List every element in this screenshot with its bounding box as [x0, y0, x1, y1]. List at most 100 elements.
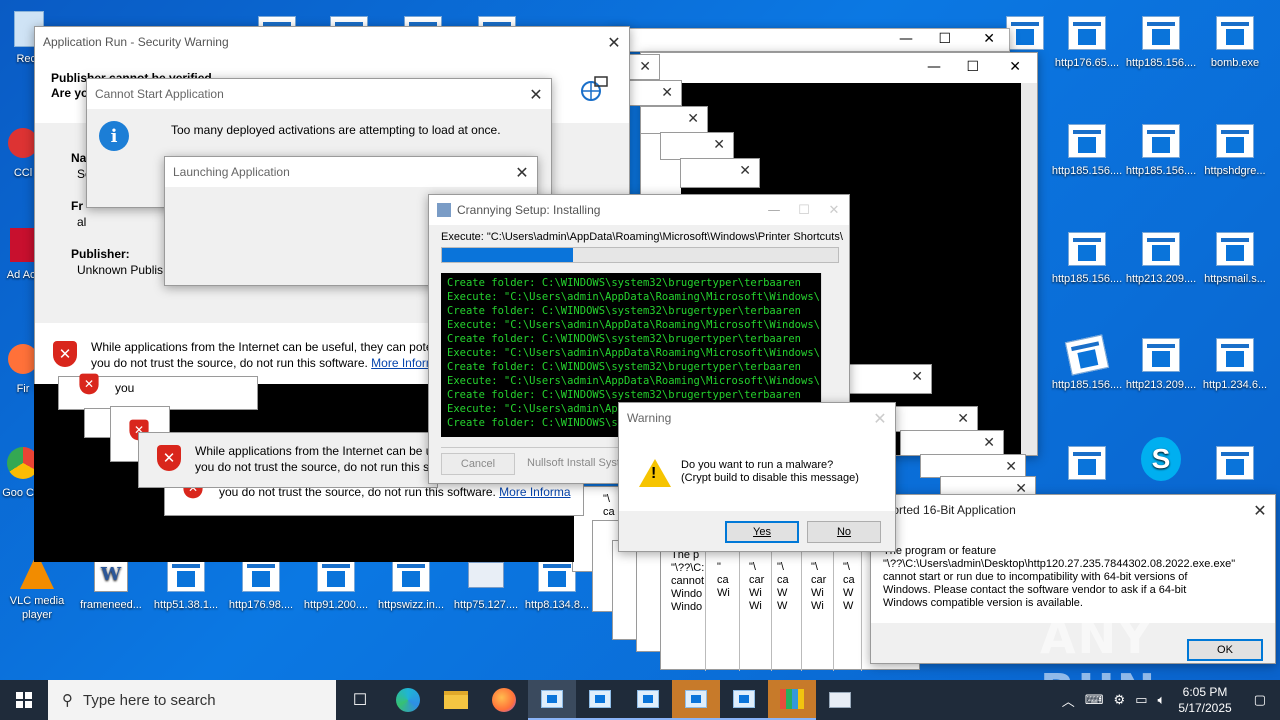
desktop-icon[interactable]: http51.38.1...	[149, 556, 223, 612]
desktop-icon[interactable]: http91.200....	[299, 556, 373, 612]
app-taskbar-button[interactable]	[672, 680, 720, 720]
system-tray: ︿ ⌨ ⚙ ▭ 🔈︎ 6:05 PM 5/17/2025 ▢	[1057, 680, 1280, 720]
notification-icon[interactable]: ▢	[1240, 692, 1280, 708]
close-icon[interactable]: ✕	[599, 33, 629, 52]
desktop-icon[interactable]: httpshdgre...	[1198, 122, 1272, 178]
clock-time: 6:05 PM	[1182, 685, 1228, 699]
close-icon[interactable]: ✕	[983, 435, 995, 451]
no-button[interactable]: No	[807, 521, 881, 543]
stacked-warning: ✕ you	[58, 373, 258, 410]
close-icon[interactable]: ✕	[865, 409, 895, 428]
desktop-icon-label: httpswizz.in...	[377, 599, 445, 611]
desktop-icon[interactable]: http185.156....	[1124, 122, 1198, 178]
dialog-titlebar: Launching Application ✕	[165, 157, 537, 187]
desktop-icon-label: VLC media player	[9, 595, 65, 621]
close-icon[interactable]: ✕	[1009, 59, 1021, 75]
close-icon[interactable]: ✕	[1005, 459, 1017, 475]
desktop-icon[interactable]	[1050, 444, 1124, 486]
desktop-icon-label: http185.156....	[1051, 379, 1123, 391]
mail-icon[interactable]: http75.127....	[449, 556, 523, 612]
desktop-icon[interactable]: http213.209....	[1124, 336, 1198, 392]
app-taskbar-button[interactable]	[624, 680, 672, 720]
taskbar-search[interactable]: ⚲ Type here to search	[48, 680, 336, 720]
close-icon[interactable]: ✕	[687, 111, 699, 127]
publisher-label: Publisher:	[71, 247, 130, 261]
mail-taskbar-button[interactable]	[816, 680, 864, 720]
maximize-icon[interactable]: ☐	[938, 31, 951, 47]
installer-progress	[441, 247, 839, 263]
close-icon[interactable]: ✕	[957, 411, 969, 427]
clock[interactable]: 6:05 PM 5/17/2025	[1170, 684, 1239, 716]
close-icon[interactable]: ✕	[713, 137, 725, 153]
keyboard-icon[interactable]: ⌨	[1080, 692, 1109, 708]
explorer-taskbar-button[interactable]	[432, 680, 480, 720]
installer-icon	[437, 203, 451, 217]
more-info-link[interactable]: More Inform	[371, 356, 436, 370]
monitor-icon[interactable]: ▭	[1130, 692, 1152, 708]
dialog-title: pported 16-Bit Application	[879, 503, 1016, 517]
close-icon[interactable]: ✕	[661, 85, 673, 101]
publisher-value: Unknown Publis	[77, 263, 164, 277]
close-icon[interactable]: ✕	[639, 59, 651, 75]
start-button[interactable]	[0, 680, 48, 720]
desktop-icon[interactable]: http213.209....	[1124, 230, 1198, 286]
word-doc-icon[interactable]: Wframeneed...	[74, 556, 148, 612]
firefox-taskbar-button[interactable]	[480, 680, 528, 720]
vlc-icon[interactable]: VLC media player	[0, 552, 74, 622]
skype-icon[interactable]: S	[1124, 437, 1198, 482]
cascade-text: "\ ca W W	[777, 561, 789, 612]
desktop-icon[interactable]: http185.156....	[1050, 230, 1124, 286]
close-icon[interactable]: ✕	[819, 203, 849, 218]
close-icon[interactable]: ✕	[521, 85, 551, 104]
desktop-icon-label: http185.156....	[1125, 165, 1197, 177]
windows-logo-icon	[16, 692, 32, 708]
dialog-title: Launching Application	[173, 165, 290, 179]
desktop-icon[interactable]: httpswizz.in...	[374, 556, 448, 612]
shield-icon: ✕	[79, 373, 99, 395]
minimize-icon[interactable]: —	[927, 59, 941, 75]
close-icon[interactable]: ✕	[739, 163, 751, 179]
installer-icon	[780, 689, 804, 709]
network-icon[interactable]: ⚙	[1109, 692, 1131, 708]
close-icon[interactable]: ✕	[911, 369, 923, 385]
desktop-icon-label: http176.98....	[228, 599, 294, 611]
desktop-icon-label: http8.134.8...	[524, 599, 590, 611]
stacked-warning-text: you	[115, 381, 135, 395]
dialog-message: Too many deployed activations are attemp…	[171, 123, 501, 137]
task-view-button[interactable]: ☐	[336, 680, 384, 720]
maximize-icon[interactable]: ☐	[966, 59, 979, 75]
close-icon[interactable]: ✕	[983, 31, 995, 47]
scrollbar[interactable]	[1021, 83, 1037, 455]
close-icon[interactable]: ✕	[1245, 501, 1275, 520]
desktop-icon[interactable]	[1198, 444, 1272, 486]
app-taskbar-button[interactable]	[720, 680, 768, 720]
minimize-icon[interactable]: —	[899, 31, 913, 47]
desktop: http176.65.... http185.156.... bomb.exe …	[0, 0, 1280, 680]
volume-icon[interactable]: 🔈︎	[1153, 692, 1171, 708]
desktop-icon[interactable]: httpsmail.s...	[1198, 230, 1272, 286]
desktop-icon[interactable]: http1.234.6...	[1198, 336, 1272, 392]
more-info-link[interactable]: More Informa	[499, 485, 570, 499]
installer-taskbar-button[interactable]	[768, 680, 816, 720]
desktop-icon[interactable]: http176.98....	[224, 556, 298, 612]
yes-button[interactable]: Yes	[725, 521, 799, 543]
desktop-icon-label: http185.156....	[1125, 57, 1197, 69]
desktop-icon[interactable]: http185.156....	[1050, 122, 1124, 178]
cascade-text: " ca Wi	[717, 561, 730, 599]
edge-taskbar-button[interactable]	[384, 680, 432, 720]
installer-branding: Nullsoft Install Syst	[527, 457, 620, 469]
desktop-icon[interactable]: http185.156....	[1050, 334, 1124, 392]
app-taskbar-button[interactable]	[528, 680, 576, 720]
desktop-icon[interactable]: bomb.exe	[1198, 14, 1272, 70]
app-icon	[685, 690, 707, 708]
app-taskbar-button[interactable]	[576, 680, 624, 720]
globe-icon	[579, 73, 609, 103]
minimize-icon[interactable]: —	[759, 203, 789, 218]
close-icon[interactable]: ✕	[507, 163, 537, 182]
app-icon	[637, 690, 659, 708]
desktop-icon[interactable]: http185.156....	[1124, 14, 1198, 70]
security-footer: While applications from the Internet can…	[91, 340, 436, 370]
cancel-button[interactable]: Cancel	[441, 453, 515, 475]
chevron-up-icon[interactable]: ︿	[1057, 691, 1080, 710]
maximize-icon[interactable]: ☐	[789, 203, 819, 218]
